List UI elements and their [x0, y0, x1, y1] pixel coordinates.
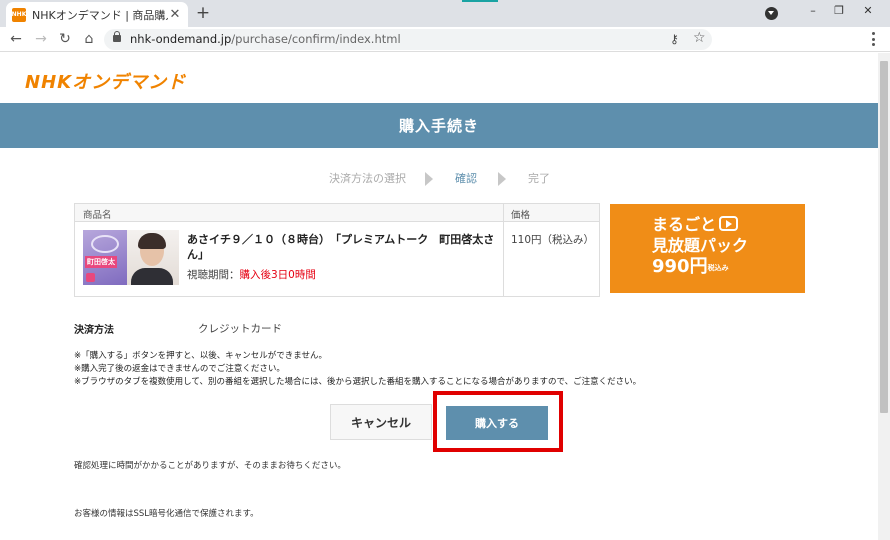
kebab-menu-icon[interactable] — [872, 32, 876, 46]
profile-menu-icon[interactable] — [765, 7, 778, 20]
vertical-scrollbar[interactable] — [878, 53, 890, 540]
browser-tab[interactable]: NHK NHKオンデマンド | 商品購入確認 ✕ — [6, 2, 188, 27]
product-title: あさイチ９／１０（８時台） 「プレミアムトーク 町田啓太さん」 — [187, 233, 495, 261]
table-header-row: 商品名 価格 — [75, 204, 599, 222]
tab-close-icon[interactable]: ✕ — [168, 7, 182, 22]
restore-window-icon[interactable]: ❐ — [832, 4, 846, 17]
thumbnail-name-label: 町田啓太 — [85, 256, 117, 268]
viewing-period-label: 視聴期間： — [187, 269, 240, 281]
program-thumbnail: 町田啓太 — [83, 230, 179, 285]
key-icon[interactable]: ⚷ — [670, 32, 679, 46]
ad-price: 990円 — [652, 256, 708, 277]
viewing-period: 視聴期間：購入後3日0時間 — [187, 267, 316, 282]
step-payment-method: 決済方法の選択 — [329, 172, 406, 185]
product-price: 110円（税込み） — [511, 234, 595, 246]
reload-icon[interactable]: ↻ — [57, 30, 73, 48]
new-tab-button[interactable]: + — [195, 4, 211, 22]
tabstrip-accent — [462, 0, 498, 2]
program-logo-ring — [91, 235, 119, 253]
payment-method-label: 決済方法 — [74, 325, 114, 336]
note-item: ※ブラウザのタブを複数使用して、別の番組を選択した場合には、後から選択した番組を… — [74, 377, 642, 387]
product-table: 商品名 価格 町田啓太 あさイチ９／１０（８時台） 「プレミアムトーク 町田啓太… — [74, 203, 600, 297]
step-arrow-icon — [425, 172, 433, 186]
purchase-button[interactable]: 購入する — [446, 406, 548, 440]
program-logo-panel: 町田啓太 — [83, 230, 127, 285]
step-complete: 完了 — [528, 172, 550, 185]
guest-body — [131, 268, 173, 285]
url-path: /purchase/confirm/index.html — [231, 32, 401, 46]
ad-line-2: 見放題パック — [652, 236, 749, 255]
forward-arrow-icon[interactable]: → — [33, 30, 49, 48]
nhk-favicon-icon: NHK — [12, 7, 26, 22]
page-title: 購入手続き — [398, 117, 479, 135]
url-text[interactable]: nhk-ondemand.jp/purchase/confirm/index.h… — [130, 32, 401, 46]
minimize-window-icon[interactable]: – — [806, 4, 820, 17]
thumbnail-badge-icon — [86, 273, 95, 282]
home-icon[interactable]: ⌂ — [81, 30, 97, 48]
scrollbar-thumb[interactable] — [880, 61, 888, 413]
processing-wait-message: 確認処理に時間がかかることがありますが、そのままお待ちください。 — [74, 461, 346, 471]
ad-tax-note: 税込み — [707, 263, 729, 272]
title-banner: 購入手続き — [0, 103, 878, 148]
back-arrow-icon[interactable]: ← — [8, 30, 24, 48]
column-header-product: 商品名 — [83, 210, 112, 221]
close-window-icon[interactable]: ✕ — [861, 4, 875, 17]
step-confirm: 確認 — [455, 172, 477, 185]
ad-line-3: 990円税込み — [652, 256, 805, 277]
ssl-protection-message: お客様の情報はSSL暗号化通信で保護されます。 — [74, 509, 259, 519]
address-bar[interactable]: nhk-ondemand.jp/purchase/confirm/index.h… — [104, 29, 712, 50]
browser-tabstrip: NHK NHKオンデマンド | 商品購入確認 ✕ + – ❐ ✕ — [0, 0, 890, 27]
note-item: ※購入完了後の返金はできませんのでご注意ください。 — [74, 364, 285, 374]
column-divider — [503, 204, 504, 296]
bookmark-star-icon[interactable]: ☆ — [693, 30, 706, 46]
payment-method-value: クレジットカード — [198, 323, 282, 335]
lock-icon[interactable] — [113, 31, 121, 42]
step-arrow-icon — [498, 172, 506, 186]
guest-hair — [138, 233, 166, 249]
play-icon — [719, 216, 739, 231]
column-header-price: 価格 — [511, 210, 531, 221]
cancel-button[interactable]: キャンセル — [330, 404, 432, 440]
browser-toolbar: ← → ↻ ⌂ nhk-ondemand.jp/purchase/confirm… — [0, 27, 890, 52]
url-domain: nhk-ondemand.jp — [130, 32, 232, 46]
nhk-ondemand-logo[interactable]: NHKオンデマンド — [25, 68, 186, 94]
viewing-period-value: 購入後3日0時間 — [239, 269, 316, 281]
ad-headline: まるごと — [652, 215, 717, 234]
note-item: ※「購入する」ボタンを押すと、以後、キャンセルができません。 — [74, 351, 328, 361]
marugoto-pack-banner[interactable]: まるごと 見放題パック 990円税込み — [610, 204, 805, 293]
progress-steps: 決済方法の選択 確認 完了 — [0, 170, 878, 188]
purchase-notes: ※「購入する」ボタンを押すと、以後、キャンセルができません。 ※購入完了後の返金… — [74, 350, 641, 389]
page-viewport: NHKオンデマンド 購入手続き 決済方法の選択 確認 完了 商品名 価格 町田啓… — [0, 53, 878, 540]
guest-photo — [127, 230, 179, 285]
ad-line-1: まるごと — [652, 214, 805, 235]
tab-title: NHKオンデマンド | 商品購入確認 — [32, 8, 168, 22]
